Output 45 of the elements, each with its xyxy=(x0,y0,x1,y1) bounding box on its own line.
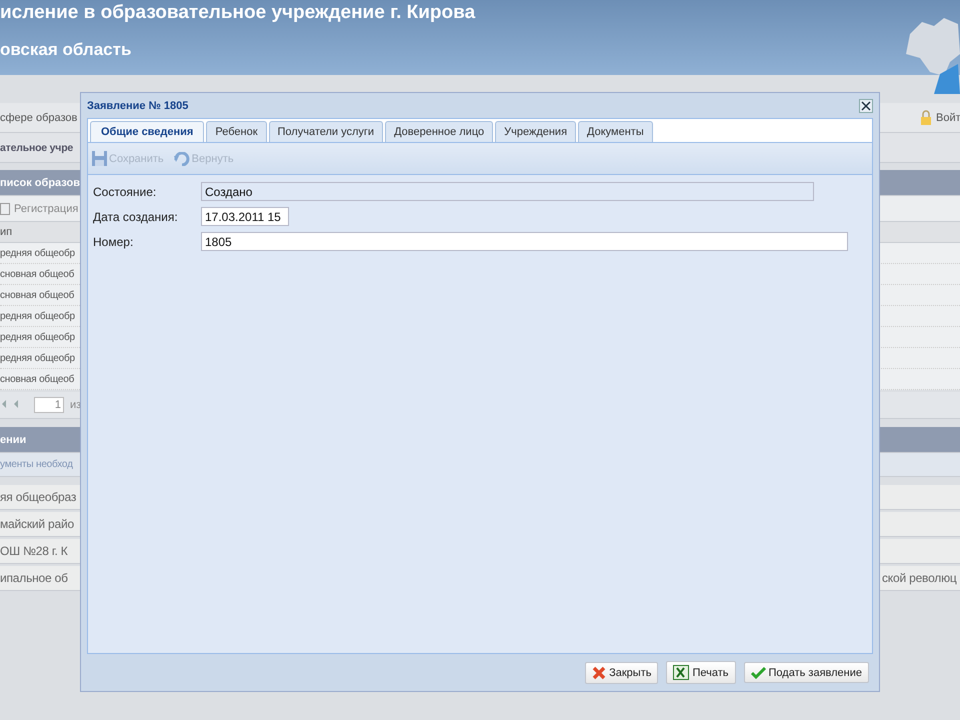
row-text: яя общеобраз xyxy=(0,490,76,504)
row-text: редняя общеобр xyxy=(0,310,75,322)
tab[interactable]: Доверенное лицо xyxy=(385,121,494,142)
dialog-button[interactable]: Закрыть xyxy=(585,662,658,684)
row-text: Регистрация xyxy=(14,202,78,214)
row-text: ипальное об xyxy=(0,571,68,585)
row-text: ении xyxy=(0,434,26,446)
lock-icon xyxy=(920,110,932,125)
row-text: ОШ №28 г. К xyxy=(0,544,68,558)
field-label: Номер: xyxy=(93,234,134,248)
field-label: Дата создания: xyxy=(93,210,179,224)
login-link[interactable]: Войт xyxy=(936,112,960,124)
input-field[interactable]: 1805 xyxy=(201,232,848,251)
row-text: ательное учре xyxy=(0,142,74,154)
row-text: писок образов xyxy=(0,176,80,188)
row-text: сфере образов xyxy=(0,112,78,124)
tab[interactable]: Получатели услуги xyxy=(268,121,384,142)
close-icon[interactable] xyxy=(859,98,873,112)
row-text: майский райо xyxy=(0,517,74,531)
row-text: сновная общеоб xyxy=(0,268,74,280)
spreadsheet-icon xyxy=(673,665,690,680)
revert-icon xyxy=(174,152,190,166)
dialog-button[interactable]: Печать xyxy=(666,661,736,684)
row-text: сновная общеоб xyxy=(0,374,74,384)
row-text: ской революц xyxy=(882,571,957,585)
dialog-button[interactable]: Подать заявление xyxy=(744,662,869,683)
dialog-title: Заявление № 1805 xyxy=(87,100,188,112)
input-field[interactable]: 17.03.2011 15 xyxy=(201,207,289,226)
row-text: сновная общеоб xyxy=(0,290,74,300)
row-text: редняя общеобр xyxy=(0,332,75,342)
field-label: Состояние: xyxy=(93,184,158,198)
checkbox-icon[interactable] xyxy=(0,202,10,214)
page-input[interactable]: 1 xyxy=(34,397,64,413)
row-text: редняя общеобр xyxy=(0,248,75,258)
checkmark-icon xyxy=(750,666,766,679)
row-text: ип xyxy=(0,226,12,238)
page-title: исление в образовательное учреждение г. Кирова xyxy=(0,1,476,25)
input-field[interactable]: Создано xyxy=(201,182,814,201)
tab[interactable]: Учреждения xyxy=(495,121,576,142)
tab[interactable]: Документы xyxy=(578,121,653,142)
cross-icon xyxy=(592,666,606,680)
row-text: редняя общеобр xyxy=(0,352,75,364)
tab[interactable]: Общие сведения xyxy=(90,121,204,142)
page-subtitle: овская область xyxy=(0,40,132,60)
tab[interactable]: Ребенок xyxy=(206,121,267,142)
